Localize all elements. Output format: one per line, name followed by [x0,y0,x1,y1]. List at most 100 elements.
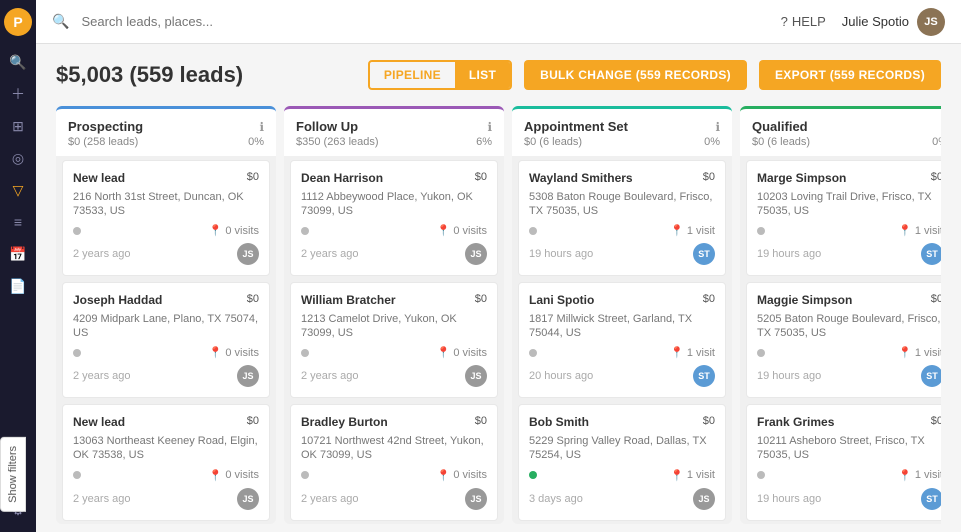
table-row[interactable]: Frank Grimes $0 10211 Asheboro Street, F… [746,404,941,520]
card-name: Bradley Burton [301,415,388,431]
card-amount: $0 [475,415,487,427]
visit-icon: 📍 [898,346,912,359]
card-footer-time: 2 years ago JS [301,243,487,265]
sidebar-icon-funnel[interactable]: ▽ [4,176,32,204]
avatar[interactable]: JS [917,8,945,36]
card-address: 10203 Loving Trail Drive, Frisco, TX 750… [757,190,941,219]
card-amount: $0 [475,293,487,305]
card-time: 2 years ago [73,370,130,382]
content-area: $5,003 (559 leads) PIPELINE LIST BULK CH… [36,44,961,532]
card-visits: 📍1 visit [670,224,715,237]
column-header-prospecting: Prospecting ℹ $0 (258 leads) 0% [56,106,276,156]
card-name: Maggie Simpson [757,293,852,309]
visits-count: 0 visits [225,469,259,481]
card-visits: 📍0 visits [209,224,259,237]
column-pct: 0% [932,136,941,148]
card-footer: 📍0 visits [73,469,259,482]
card-footer-time: 19 hours ago ST [757,488,941,510]
column-info-icon[interactable]: ℹ [487,120,492,134]
card-name: Lani Spotio [529,293,594,309]
sidebar-icon-calendar[interactable]: 📅 [4,240,32,268]
card-name: New lead [73,171,125,187]
table-row[interactable]: Wayland Smithers $0 5308 Baton Rouge Bou… [518,160,726,276]
status-dot [73,227,81,235]
table-row[interactable]: New lead $0 13063 Northeast Keeney Road,… [62,404,270,520]
column-pct: 0% [704,136,720,148]
column-qualified: Qualified ℹ $0 (6 leads) 0% Marge Simpso… [740,106,941,524]
card-avatar: JS [465,365,487,387]
status-dot [757,349,765,357]
card-footer-time: 20 hours ago ST [529,365,715,387]
card-visits: 📍0 visits [437,346,487,359]
status-dot [529,471,537,479]
table-row[interactable]: Marge Simpson $0 10203 Loving Trail Driv… [746,160,941,276]
column-appointment-set: Appointment Set ℹ $0 (6 leads) 0% Waylan… [512,106,732,524]
card-time: 3 days ago [529,493,583,505]
table-row[interactable]: Joseph Haddad $0 4209 Midpark Lane, Plan… [62,282,270,398]
card-footer: 📍1 visit [529,224,715,237]
column-amount: $350 (263 leads) [296,136,379,148]
search-input[interactable] [81,14,768,29]
table-row[interactable]: William Bratcher $0 1213 Camelot Drive, … [290,282,498,398]
column-title: Appointment Set [524,119,628,134]
page-title: $5,003 (559 leads) [56,62,243,88]
card-amount: $0 [247,293,259,305]
show-filters-label: Show filters [7,446,19,503]
card-time: 2 years ago [301,248,358,260]
pipeline-btn[interactable]: PIPELINE [370,62,455,88]
card-visits: 📍1 visit [898,469,941,482]
export-btn[interactable]: EXPORT (559 RECORDS) [759,60,941,90]
visits-count: 1 visit [687,469,715,481]
card-footer-time: 2 years ago JS [73,243,259,265]
table-row[interactable]: Dean Harrison $0 1112 Abbeywood Place, Y… [290,160,498,276]
visit-icon: 📍 [670,346,684,359]
sidebar-icon-search[interactable]: 🔍 [4,48,32,76]
card-footer: 📍0 visits [301,346,487,359]
sidebar-icon-grid[interactable]: ⊞ [4,112,32,140]
card-visits: 📍0 visits [437,469,487,482]
status-dot [301,349,309,357]
card-amount: $0 [931,415,941,427]
sidebar-icon-doc[interactable]: 📄 [4,272,32,300]
card-avatar: ST [921,365,941,387]
content-header: $5,003 (559 leads) PIPELINE LIST BULK CH… [56,60,941,90]
column-info-icon[interactable]: ℹ [715,120,720,134]
column-follow-up: Follow Up ℹ $350 (263 leads) 6% Dean Har… [284,106,504,524]
column-amount: $0 (6 leads) [752,136,810,148]
help-link[interactable]: ? HELP [781,14,826,29]
visit-icon: 📍 [437,224,451,237]
sidebar-icon-add[interactable]: ＋ [4,80,32,108]
card-visits: 📍1 visit [670,469,715,482]
card-address: 216 North 31st Street, Duncan, OK 73533,… [73,190,259,219]
table-row[interactable]: Maggie Simpson $0 5205 Baton Rouge Boule… [746,282,941,398]
sidebar-icon-list[interactable]: ≡ [4,208,32,236]
column-pct: 0% [248,136,264,148]
card-footer: 📍1 visit [757,224,941,237]
card-footer: 📍1 visit [757,469,941,482]
bulk-change-btn[interactable]: BULK CHANGE (559 RECORDS) [524,60,747,90]
table-row[interactable]: Lani Spotio $0 1817 Millwick Street, Gar… [518,282,726,398]
card-footer: 📍1 visit [529,469,715,482]
visit-icon: 📍 [437,469,451,482]
main-area: 🔍 ? HELP Julie Spotio JS $5,003 (559 lea… [36,0,961,532]
view-toggle: PIPELINE LIST [368,60,512,90]
card-footer: 📍0 visits [301,469,487,482]
column-info-icon[interactable]: ℹ [259,120,264,134]
card-address: 13063 Northeast Keeney Road, Elgin, OK 7… [73,434,259,463]
list-btn[interactable]: LIST [455,62,510,88]
card-address: 1213 Camelot Drive, Yukon, OK 73099, US [301,312,487,341]
card-visits: 📍1 visit [670,346,715,359]
table-row[interactable]: New lead $0 216 North 31st Street, Dunca… [62,160,270,276]
card-avatar: JS [237,488,259,510]
user-name: Julie Spotio [842,14,909,29]
table-row[interactable]: Bob Smith $0 5229 Spring Valley Road, Da… [518,404,726,520]
card-amount: $0 [703,293,715,305]
column-header-appointment-set: Appointment Set ℹ $0 (6 leads) 0% [512,106,732,156]
table-row[interactable]: Bradley Burton $0 10721 Northwest 42nd S… [290,404,498,520]
visit-icon: 📍 [670,224,684,237]
topbar-right: ? HELP Julie Spotio JS [781,8,945,36]
show-filters-btn[interactable]: Show filters [0,437,26,512]
card-address: 4209 Midpark Lane, Plano, TX 75074, US [73,312,259,341]
sidebar-icon-map[interactable]: ◎ [4,144,32,172]
app-logo[interactable]: P [4,8,32,36]
